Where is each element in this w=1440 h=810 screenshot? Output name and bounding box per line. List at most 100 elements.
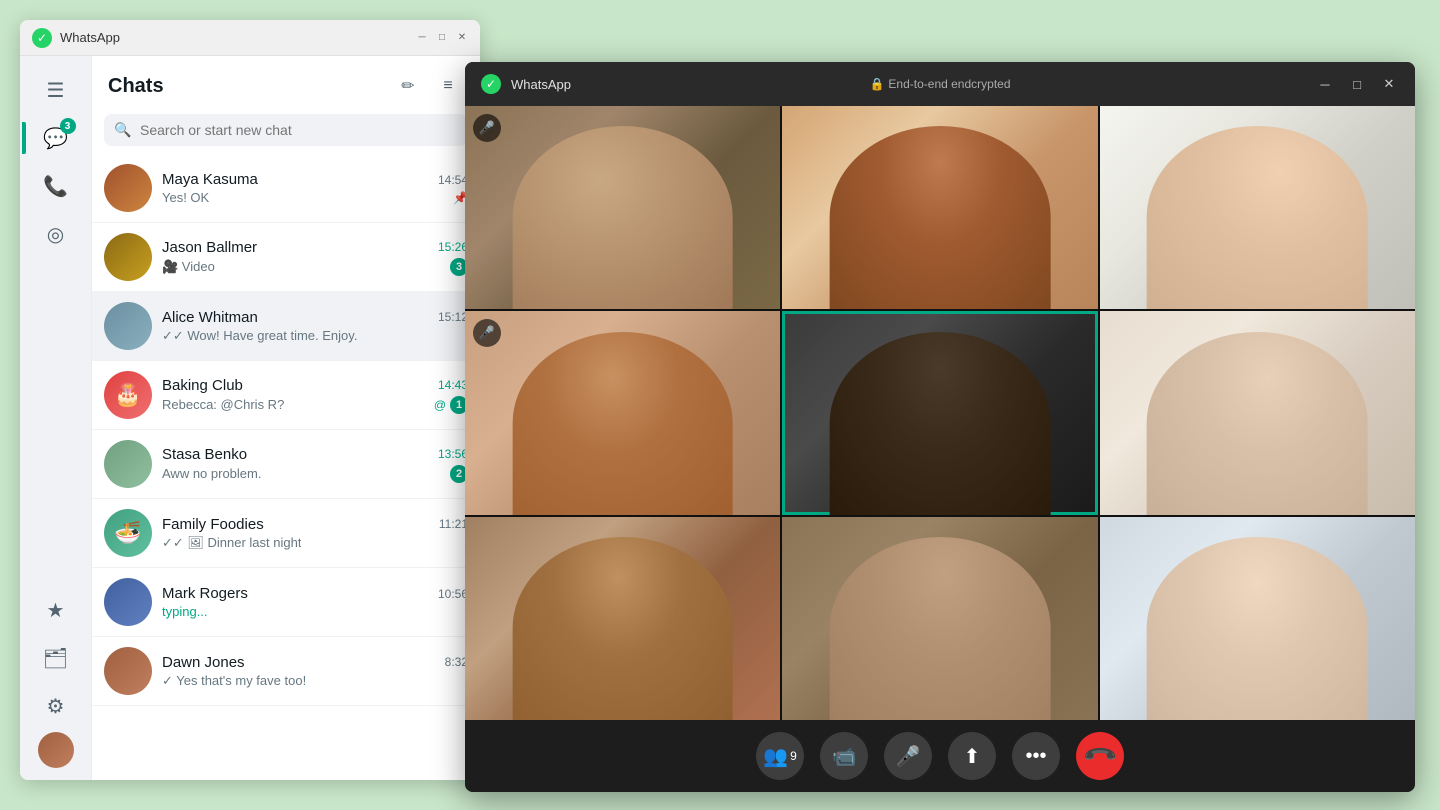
chat-preview: ✓✓ 🖼 Dinner last night bbox=[162, 535, 301, 551]
sidebar-menu-icon[interactable]: ☰ bbox=[34, 68, 78, 112]
chat-top: Mark Rogers 10:56 bbox=[162, 585, 468, 602]
participants-button[interactable]: 👥 9 bbox=[756, 732, 804, 780]
more-options-button[interactable]: ••• bbox=[1012, 732, 1060, 780]
user-avatar[interactable] bbox=[38, 732, 74, 768]
chat-time: 15:12 bbox=[438, 310, 468, 324]
filter-button[interactable]: ≡ bbox=[432, 70, 464, 102]
mention-icon: @ bbox=[434, 398, 446, 412]
participant-8 bbox=[830, 537, 1051, 720]
avatar: 🎂 bbox=[104, 371, 152, 419]
chat-time: 11:21 bbox=[439, 517, 468, 531]
search-icon: 🔍 bbox=[114, 122, 131, 139]
sidebar-calls-icon[interactable]: 📞 bbox=[34, 164, 78, 208]
chat-info: Alice Whitman 15:12 ✓✓ Wow! Have great t… bbox=[162, 309, 468, 344]
header-icons: ✏ ≡ bbox=[392, 70, 464, 102]
avatar bbox=[104, 164, 152, 212]
chat-preview: typing... bbox=[162, 604, 208, 619]
sidebar-status-icon[interactable]: ◎ bbox=[34, 212, 78, 256]
list-item[interactable]: Maya Kasuma 14:54 Yes! OK 📌 bbox=[92, 154, 480, 223]
mute-indicator-1: 🎤 bbox=[473, 114, 501, 142]
end-call-icon: 📞 bbox=[1081, 737, 1119, 775]
chat-info: Maya Kasuma 14:54 Yes! OK 📌 bbox=[162, 171, 468, 205]
chat-info: Stasa Benko 13:56 Aww no problem. 2 bbox=[162, 446, 468, 483]
chat-bottom: Rebecca: @Chris R? @ 1 bbox=[162, 396, 468, 414]
end-call-button[interactable]: 📞 bbox=[1076, 732, 1124, 780]
participant-4 bbox=[512, 332, 733, 515]
list-item[interactable]: 🍜 Family Foodies 11:21 ✓✓ 🖼 Dinner last … bbox=[92, 499, 480, 568]
chat-top: Baking Club 14:43 bbox=[162, 377, 468, 394]
participant-3 bbox=[1147, 126, 1368, 309]
chat-name: Maya Kasuma bbox=[162, 171, 258, 188]
chat-time: 14:54 bbox=[438, 173, 468, 187]
call-maximize-button[interactable]: □ bbox=[1347, 74, 1367, 94]
list-item[interactable]: Alice Whitman 15:12 ✓✓ Wow! Have great t… bbox=[92, 292, 480, 361]
chat-top: Stasa Benko 13:56 bbox=[162, 446, 468, 463]
chat-info: Family Foodies 11:21 ✓✓ 🖼 Dinner last ni… bbox=[162, 516, 468, 551]
list-item[interactable]: Dawn Jones 8:32 ✓ Yes that's my fave too… bbox=[92, 637, 480, 706]
sidebar-bottom: ★ 🗂 ⚙ bbox=[34, 588, 78, 768]
chat-preview: Aww no problem. bbox=[162, 466, 261, 481]
list-item[interactable]: Mark Rogers 10:56 typing... bbox=[92, 568, 480, 637]
more-icon: ••• bbox=[1025, 745, 1046, 768]
close-button[interactable]: ✕ bbox=[456, 32, 468, 44]
call-title-bar: ✓ WhatsApp 🔒 End-to-end endcrypted ─ □ ✕ bbox=[465, 62, 1415, 106]
video-cell-3 bbox=[1100, 106, 1415, 309]
participant-7 bbox=[512, 537, 733, 720]
chat-preview: ✓ Yes that's my fave too! bbox=[162, 673, 306, 689]
list-item[interactable]: Stasa Benko 13:56 Aww no problem. 2 bbox=[92, 430, 480, 499]
chat-info: Jason Ballmer 15:26 🎥 Video 3 bbox=[162, 239, 468, 276]
sidebar-archived-icon[interactable]: 🗂 bbox=[34, 636, 78, 680]
screen-share-icon: ⬆ bbox=[964, 744, 981, 769]
maximize-button[interactable]: □ bbox=[436, 32, 448, 44]
chat-bottom: ✓✓ Wow! Have great time. Enjoy. bbox=[162, 328, 468, 344]
call-controls: 👥 9 📹 🎤 ⬆ ••• 📞 bbox=[465, 720, 1415, 792]
sidebar-starred-icon[interactable]: ★ bbox=[34, 588, 78, 632]
video-cell-4: 🎤 bbox=[465, 311, 780, 514]
chat-top: Alice Whitman 15:12 bbox=[162, 309, 468, 326]
minimize-button[interactable]: ─ bbox=[416, 32, 428, 44]
video-cell-2 bbox=[782, 106, 1097, 309]
video-grid: 🎤 🎤 bbox=[465, 106, 1415, 720]
app-title: WhatsApp bbox=[60, 30, 408, 45]
mic-toggle-button[interactable]: 🎤 bbox=[884, 732, 932, 780]
sidebar-settings-icon[interactable]: ⚙ bbox=[34, 684, 78, 728]
chat-info: Dawn Jones 8:32 ✓ Yes that's my fave too… bbox=[162, 654, 468, 689]
participant-2 bbox=[830, 126, 1051, 309]
video-cell-8 bbox=[782, 517, 1097, 720]
avatar bbox=[104, 647, 152, 695]
chat-name: Jason Ballmer bbox=[162, 239, 257, 256]
avatar bbox=[104, 233, 152, 281]
encrypted-text: End-to-end endcrypted bbox=[888, 77, 1010, 91]
chat-time: 15:26 bbox=[438, 240, 468, 254]
video-cell-9 bbox=[1100, 517, 1415, 720]
chats-header: Chats ✏ ≡ bbox=[92, 56, 480, 110]
list-item[interactable]: 🎂 Baking Club 14:43 Rebecca: @Chris R? @… bbox=[92, 361, 480, 430]
call-minimize-button[interactable]: ─ bbox=[1315, 74, 1335, 94]
chat-time: 14:43 bbox=[438, 378, 468, 392]
avatar bbox=[104, 440, 152, 488]
search-input[interactable] bbox=[104, 114, 468, 146]
chat-top: Jason Ballmer 15:26 bbox=[162, 239, 468, 256]
chat-name: Family Foodies bbox=[162, 516, 264, 533]
chats-title: Chats bbox=[108, 75, 164, 98]
participant-9 bbox=[1147, 537, 1368, 720]
new-chat-button[interactable]: ✏ bbox=[392, 70, 424, 102]
list-item[interactable]: Jason Ballmer 15:26 🎥 Video 3 bbox=[92, 223, 480, 292]
chat-top: Family Foodies 11:21 bbox=[162, 516, 468, 533]
sidebar-chats-icon[interactable]: 💬 3 bbox=[34, 116, 78, 160]
window-controls: ─ □ ✕ bbox=[416, 32, 468, 44]
chat-name: Baking Club bbox=[162, 377, 243, 394]
call-close-button[interactable]: ✕ bbox=[1379, 74, 1399, 94]
call-window-controls: ─ □ ✕ bbox=[1315, 74, 1399, 94]
chat-preview: Yes! OK bbox=[162, 190, 209, 205]
chat-info: Mark Rogers 10:56 typing... bbox=[162, 585, 468, 619]
video-toggle-button[interactable]: 📹 bbox=[820, 732, 868, 780]
chats-badge: 3 bbox=[60, 118, 76, 134]
screen-share-button[interactable]: ⬆ bbox=[948, 732, 996, 780]
lock-icon: 🔒 bbox=[869, 77, 884, 91]
chat-bottom: ✓ Yes that's my fave too! bbox=[162, 673, 468, 689]
left-sidebar: ☰ 💬 3 📞 ◎ ★ 🗂 bbox=[20, 56, 92, 780]
title-bar: ✓ WhatsApp ─ □ ✕ bbox=[20, 20, 480, 56]
chat-time: 13:56 bbox=[438, 447, 468, 461]
mute-indicator-4: 🎤 bbox=[473, 319, 501, 347]
